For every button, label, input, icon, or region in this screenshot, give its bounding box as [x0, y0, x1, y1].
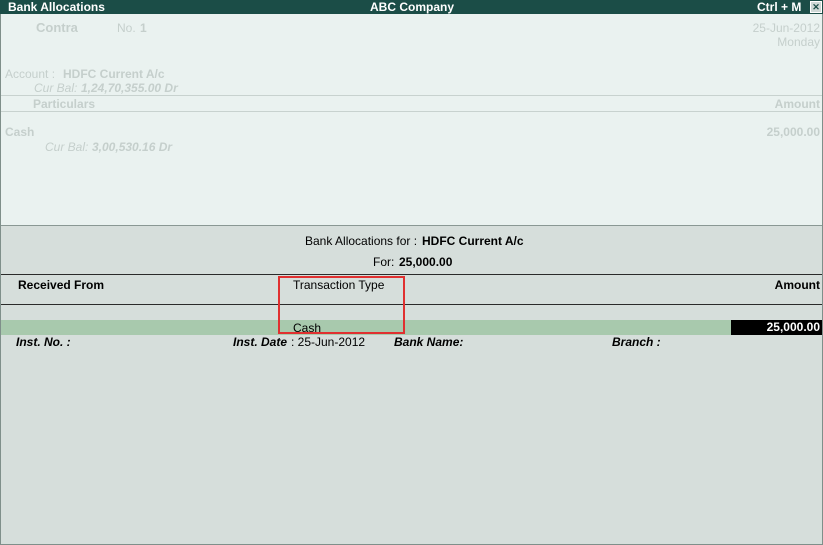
- alloc-for-label: For:: [373, 255, 395, 269]
- voucher-day: Monday: [777, 35, 820, 49]
- voucher-no-label: No.: [117, 21, 136, 35]
- divider: [1, 111, 822, 112]
- table-top-rule: [1, 274, 822, 275]
- bank-allocation-panel: Bank Allocations for : HDFC Current A/c …: [1, 226, 822, 544]
- table-row[interactable]: [1, 320, 822, 335]
- col-received-from: Received From: [18, 278, 105, 292]
- bank-name-label: Bank Name:: [394, 335, 464, 349]
- branch-label: Branch :: [612, 335, 661, 349]
- voucher-type: Contra: [36, 20, 78, 35]
- entry-cur-bal-label: Cur Bal:: [45, 140, 89, 154]
- transaction-type-highlight: [278, 276, 405, 334]
- entry-amount: 25,000.00: [766, 125, 820, 139]
- alloc-header-value: HDFC Current A/c: [422, 234, 524, 248]
- entry-cur-bal-value: 3,00,530.16 Dr: [92, 140, 173, 154]
- col-amount: Amount: [774, 97, 820, 111]
- title-bar: Bank Allocations ABC Company Ctrl + M ✕: [0, 0, 823, 14]
- amount-field[interactable]: 25,000.00: [731, 320, 822, 335]
- voucher-panel: Contra No. 1 25-Jun-2012 Monday Account …: [1, 14, 822, 225]
- inst-no-label: Inst. No. :: [16, 335, 71, 349]
- close-icon[interactable]: ✕: [810, 1, 822, 13]
- account-cur-bal-label: Cur Bal:: [34, 81, 78, 95]
- entry-ledger: Cash: [5, 125, 35, 139]
- account-label: Account :: [5, 67, 56, 81]
- col-amount: Amount: [774, 278, 820, 292]
- account-cur-bal-value: 1,24,70,355.00 Dr: [81, 81, 178, 95]
- table-header-rule: [1, 304, 822, 305]
- alloc-header-label: Bank Allocations for :: [305, 234, 418, 248]
- inst-date-value[interactable]: : 25-Jun-2012: [291, 335, 365, 349]
- col-particulars: Particulars: [33, 97, 96, 111]
- alloc-for-value: 25,000.00: [399, 255, 453, 269]
- inst-date-label: Inst. Date: [233, 335, 288, 349]
- voucher-date: 25-Jun-2012: [752, 21, 820, 35]
- shortcut-label: Ctrl + M: [757, 0, 802, 14]
- screen-title: Bank Allocations: [8, 0, 105, 14]
- divider: [1, 95, 822, 96]
- voucher-no-value: 1: [140, 21, 147, 35]
- account-value: HDFC Current A/c: [63, 67, 165, 81]
- company-name: ABC Company: [370, 0, 455, 14]
